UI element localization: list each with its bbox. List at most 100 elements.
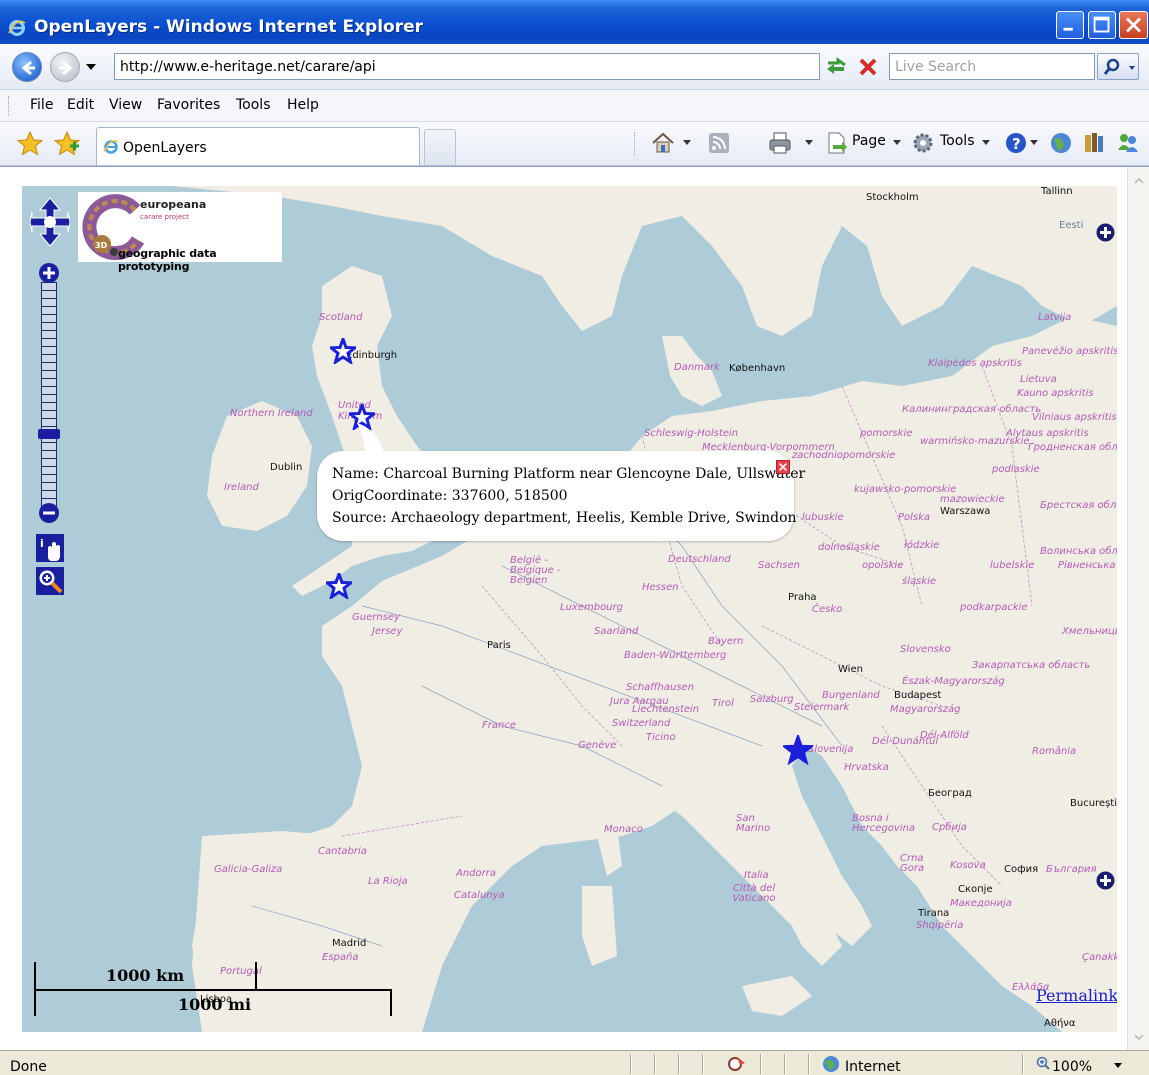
refresh-icon[interactable]: [824, 56, 848, 78]
map-label-madrid: Madrid: [332, 938, 367, 949]
map-label-liechtenstein: Liechtenstein: [632, 704, 700, 715]
map-label-khmelnytsk: Хмельницьк: [1062, 626, 1117, 637]
map-label-andorra: Andorra: [456, 868, 496, 879]
feeds-icon[interactable]: [706, 130, 732, 156]
map-label-ticino: Ticino: [646, 732, 676, 743]
map-viewport[interactable]: Stockholm Tallinn Eesti Scotland Edinbur…: [22, 186, 1117, 1032]
back-button[interactable]: [12, 52, 42, 82]
add-favorite-icon[interactable]: [53, 130, 81, 158]
privacy-report-icon[interactable]: [727, 1055, 747, 1073]
map-label-citta: Città del Vaticano: [732, 883, 776, 904]
map-label-sofia: София: [1004, 864, 1039, 875]
scroll-down-icon[interactable]: [1131, 1029, 1147, 1045]
forward-button[interactable]: [50, 52, 80, 82]
popup-name: Name: Charcoal Burning Platform near Gle…: [332, 466, 806, 482]
zoom-slider[interactable]: [38, 262, 60, 524]
zoom-dropdown-icon[interactable]: [1114, 1063, 1122, 1068]
map-label-monaco: Monaco: [604, 824, 643, 835]
research-globe-icon[interactable]: [1048, 130, 1074, 156]
new-tab-button[interactable]: [424, 129, 456, 165]
menu-favorites[interactable]: Favorites: [157, 97, 220, 113]
popup-close-icon[interactable]: [776, 460, 790, 474]
menu-file[interactable]: File: [30, 97, 53, 113]
help-dropdown-icon[interactable]: [1030, 140, 1038, 146]
zoom-magnifier-icon[interactable]: [1036, 1056, 1050, 1070]
map-label-grodno: Гродненская область: [1028, 442, 1117, 453]
layer-switcher-open-icon[interactable]: [1096, 223, 1115, 242]
menu-tools[interactable]: Tools: [236, 97, 271, 113]
map-label-catalunya: Catalunya: [454, 890, 505, 901]
home-dropdown-icon[interactable]: [683, 140, 691, 146]
map-label-hessen: Hessen: [642, 582, 679, 593]
research-book-icon[interactable]: [1081, 130, 1107, 156]
forward-arrow-icon: [59, 60, 73, 76]
map-label-jersey: Jersey: [372, 626, 403, 637]
home-icon[interactable]: [650, 130, 676, 156]
help-icon[interactable]: ?: [1003, 130, 1029, 156]
tools-dropdown-icon[interactable]: [982, 140, 990, 146]
map-label-dublin: Dublin: [270, 462, 303, 473]
map-label-beograd: Београд: [928, 788, 972, 799]
info-tool-icon[interactable]: i: [36, 534, 64, 562]
scale-line: 1000 km 1000 mi: [34, 962, 394, 1018]
stop-icon[interactable]: [857, 56, 879, 78]
search-input[interactable]: Live Search: [889, 53, 1095, 80]
minimize-button[interactable]: [1056, 11, 1084, 39]
security-zone: Internet: [845, 1059, 901, 1075]
search-button[interactable]: [1097, 53, 1139, 80]
messenger-icon[interactable]: [1115, 130, 1141, 156]
maximize-icon: [1093, 16, 1110, 33]
map-label-klaipedos: Klaipėdos apskritis: [928, 358, 1022, 369]
map-label-kosova: Kosova: [950, 860, 986, 871]
map-marker-star-selected[interactable]: [783, 735, 813, 765]
page-dropdown-icon[interactable]: [893, 140, 901, 146]
map-label-hrvatska: Hrvatska: [844, 762, 889, 773]
print-dropdown-icon[interactable]: [805, 140, 813, 146]
pan-control[interactable]: [30, 196, 70, 248]
menu-view[interactable]: View: [109, 97, 142, 113]
zoom-out-icon[interactable]: [38, 502, 60, 524]
map-label-romania: România: [1032, 746, 1077, 757]
map-label-canakkale: Çanakk: [1082, 952, 1117, 963]
page-menu[interactable]: Page: [852, 133, 886, 149]
map-label-lubelskie: lubelskie: [990, 560, 1035, 571]
map-label-cantabria: Cantabria: [318, 846, 367, 857]
map-label-podkarpackie: podkarpackie: [960, 602, 1028, 613]
map-marker-star[interactable]: [326, 573, 352, 599]
close-window-button[interactable]: [1119, 11, 1148, 39]
maximize-button[interactable]: [1088, 11, 1116, 39]
map-marker-star[interactable]: [330, 338, 356, 364]
map-label-podlaskie: podlaskie: [992, 464, 1040, 475]
map-label-zakarpattia: Закарпатська область: [972, 660, 1091, 671]
menu-edit[interactable]: Edit: [67, 97, 94, 113]
popup-pointer: [357, 423, 385, 455]
map-label-northern-ireland: Northern Ireland: [230, 408, 313, 419]
map-label-opolskie: opolskie: [862, 560, 904, 571]
map-label-guernsey: Guernsey: [352, 612, 400, 623]
print-icon[interactable]: [767, 130, 793, 156]
vertical-scrollbar[interactable]: [1127, 167, 1149, 1050]
tab-openlayers[interactable]: OpenLayers: [96, 127, 420, 165]
overview-map-open-icon[interactable]: [1096, 871, 1115, 890]
permalink-link[interactable]: Permalink: [1036, 986, 1117, 1005]
zoom-in-icon[interactable]: [38, 262, 60, 284]
zoom-handle[interactable]: [38, 429, 60, 439]
map-label-galicia: Galicia-Galiza: [214, 864, 283, 875]
map-label-warminsko: warmińsko-mazurskie: [920, 436, 1030, 447]
zoom-level[interactable]: 100%: [1052, 1059, 1092, 1075]
zoom-track[interactable]: [41, 282, 57, 508]
toolbar-grip: [634, 132, 635, 156]
scroll-up-icon[interactable]: [1131, 173, 1147, 189]
status-separator: [760, 1054, 762, 1074]
history-dropdown-icon[interactable]: [86, 64, 96, 70]
menu-help[interactable]: Help: [287, 97, 319, 113]
tools-menu[interactable]: Tools: [940, 133, 975, 149]
zoombox-tool-icon[interactable]: [36, 567, 64, 595]
map-label-tallinn: Tallinn: [1041, 186, 1073, 197]
back-arrow-icon: [21, 60, 35, 76]
map-label-makedonija: Македонија: [950, 898, 1012, 909]
address-input[interactable]: http://www.e-heritage.net/carare/api: [114, 53, 927, 80]
favorites-center-icon[interactable]: [16, 130, 44, 158]
status-separator: [1022, 1054, 1024, 1074]
map-label-lietuva: Lietuva: [1020, 374, 1057, 385]
